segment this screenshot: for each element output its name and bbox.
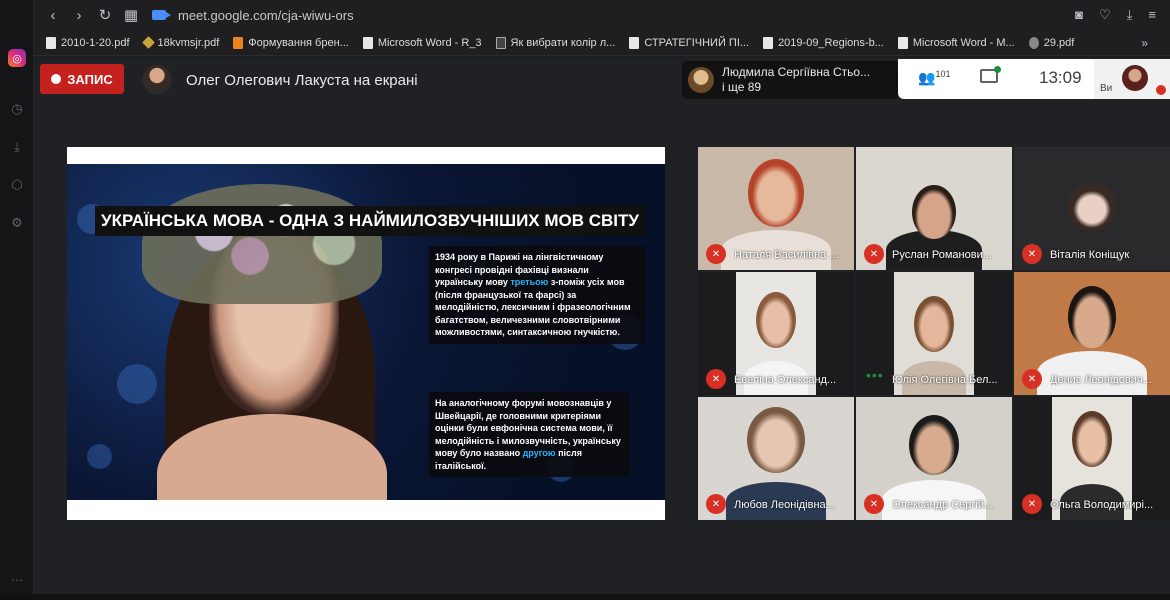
clock: 13:09 [1039, 68, 1082, 87]
menu-icon[interactable]: ≡ [1148, 7, 1156, 23]
history-icon[interactable]: ◷ [8, 100, 26, 118]
slide-text-box-2: На аналогічному форумі мовознавців у Шве… [429, 392, 629, 477]
person-head [909, 415, 959, 475]
chevron-right-icon[interactable]: » [1141, 36, 1148, 50]
slide-text-box-1: 1934 року в Парижі на лінгвістичному кон… [429, 246, 645, 344]
address-bar[interactable]: meet.google.com/cja-wiwu-ors [178, 8, 354, 23]
person-head [748, 159, 804, 227]
speaking-indicator[interactable]: Людмила Сергіївна Стьо... і ще 89 [682, 61, 898, 99]
bookmark-6[interactable]: СТРАТЕГІЧНИЙ ПІ... [629, 36, 749, 49]
bookmark-3[interactable]: Формування брен... [233, 36, 349, 49]
person-head [747, 407, 805, 473]
shared-screen: УКРАЇНСЬКА МОВА - ОДНА З НАЙМИЛОЗВУЧНІШИ… [67, 147, 665, 520]
mic-off-icon: ✕ [1022, 494, 1042, 514]
participant-tile[interactable]: ••• Юлія Олегівна Бел... [856, 272, 1012, 395]
speaking-more: і ще 89 [722, 80, 762, 94]
file-icon [897, 36, 908, 49]
mic-off-icon: ✕ [1022, 369, 1042, 389]
avatar [688, 67, 714, 93]
presenter-info: Олег Олегович Лакуста на екрані [142, 65, 418, 95]
file-icon [763, 36, 774, 49]
file-icon [362, 36, 373, 49]
bottom-bar [0, 594, 1170, 600]
file-icon [629, 36, 640, 49]
mic-off-icon: ✕ [1022, 244, 1042, 264]
people-icon: 👥 [918, 69, 936, 86]
participant-tile[interactable]: ✕ Олександр Сергій... [856, 397, 1012, 520]
participant-tile[interactable]: ✕ Віталія Коніщук [1014, 147, 1170, 270]
browser-sidebar: ◎ ◷ ⤓ ⬡ ⚙ ··· [0, 0, 34, 600]
reload-icon[interactable]: ↻ [92, 6, 118, 24]
person-head [912, 185, 956, 239]
back-icon[interactable]: ‹ [40, 7, 66, 24]
heart-icon[interactable]: ♡ [1099, 7, 1111, 23]
grid-icon[interactable]: ▦ [118, 6, 144, 24]
avatar [1068, 183, 1116, 231]
bookmark-4[interactable]: Microsoft Word - R_3 [362, 36, 482, 49]
bookmark-5[interactable]: Як вибрати колір л... [495, 36, 615, 49]
download-icon[interactable]: ⤓ [1127, 7, 1133, 23]
file-icon [46, 36, 56, 49]
bookmark-7[interactable]: 2019-09_Regions-b... [763, 36, 884, 49]
person-body [1037, 351, 1147, 395]
a-icon [495, 36, 506, 49]
participant-tile[interactable]: ✕ Руслан Романови... [856, 147, 1012, 270]
meet-toolbar: 👥101 13:09 Ви [898, 59, 1170, 99]
forward-icon[interactable]: › [66, 7, 92, 24]
meet-area: ЗАПИС Олег Олегович Лакуста на екрані Лю… [34, 57, 1170, 600]
person-head [756, 292, 796, 348]
avatar [1122, 65, 1148, 91]
bookmarks-bar: 2010-1-20.pdf 18kvmsjr.pdf Формування бр… [34, 30, 1170, 56]
person-head [1068, 286, 1116, 348]
people-button[interactable]: 👥101 [918, 69, 950, 87]
avatar [142, 65, 172, 95]
cube-icon[interactable]: ⬡ [8, 176, 26, 194]
bokeh-light [87, 444, 112, 469]
settings-icon[interactable]: ⚙ [8, 214, 26, 232]
slide-image: УКРАЇНСЬКА МОВА - ОДНА З НАЙМИЛОЗВУЧНІШИ… [67, 164, 665, 500]
participant-grid: ✕ Наталя Василівна ... ✕ Руслан Романови… [698, 147, 1170, 520]
self-tile[interactable]: Ви [1094, 59, 1170, 99]
mic-off-icon: ✕ [706, 369, 726, 389]
record-dot-icon [51, 74, 62, 84]
mic-off-icon [1156, 85, 1166, 95]
diamond-icon [141, 36, 155, 49]
flower-wreath [142, 184, 382, 304]
chat-icon[interactable] [980, 66, 1001, 83]
record-button[interactable]: ЗАПИС [40, 64, 124, 94]
bookmark-8[interactable]: Microsoft Word - M... [897, 36, 1015, 49]
bokeh-light [117, 364, 157, 404]
person-head [1072, 411, 1112, 467]
mic-off-icon: ✕ [864, 494, 884, 514]
mic-off-icon: ✕ [706, 244, 726, 264]
globe-icon [1028, 36, 1039, 49]
download-icon[interactable]: ⤓ [8, 138, 26, 156]
person-head [914, 296, 954, 352]
more-icon[interactable]: ··· [8, 570, 26, 588]
mic-off-icon: ✕ [864, 244, 884, 264]
participant-tile[interactable]: ✕ Денис Леонідович... [1014, 272, 1170, 395]
speaking-dots-icon: ••• [866, 367, 884, 383]
mic-off-icon: ✕ [706, 494, 726, 514]
participant-tile[interactable]: ✕ Наталя Василівна ... [698, 147, 854, 270]
e-icon [233, 36, 244, 49]
snapshot-icon[interactable]: ◙ [1075, 7, 1083, 23]
slide-title: УКРАЇНСЬКА МОВА - ОДНА З НАЙМИЛОЗВУЧНІШИ… [95, 206, 645, 236]
bookmark-1[interactable]: 2010-1-20.pdf [46, 36, 130, 49]
presenter-label: Олег Олегович Лакуста на екрані [186, 71, 418, 89]
browser-toolbar: ‹ › ↻ ▦ meet.google.com/cja-wiwu-ors ◙ ♡… [34, 0, 1170, 30]
speaking-name: Людмила Сергіївна Стьо... [722, 65, 871, 79]
participant-tile[interactable]: ✕ Евеліна Олександ... [698, 272, 854, 395]
instagram-icon[interactable]: ◎ [8, 49, 26, 67]
participant-tile[interactable]: ✕ Любов Леонідівна... [698, 397, 854, 520]
bookmark-9[interactable]: 29.pdf [1028, 36, 1074, 49]
camera-icon [152, 10, 171, 20]
participant-tile[interactable]: ✕ Ольга Володимирі... [1014, 397, 1170, 520]
bookmark-2[interactable]: 18kvmsjr.pdf [141, 36, 219, 49]
